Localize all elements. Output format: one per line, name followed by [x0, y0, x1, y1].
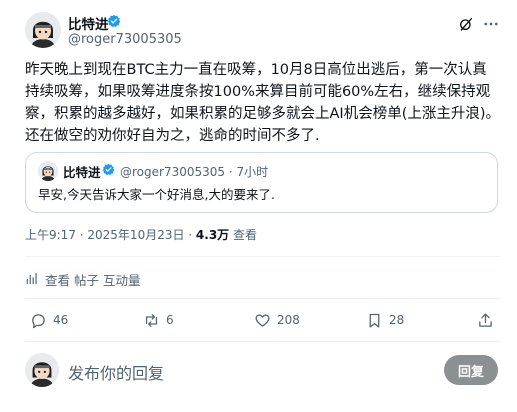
post-text: 昨天晚上到现在BTC主力一直在吸筹，10月8日高位出逃后，第一次认真持续吸筹，如…	[25, 62, 501, 144]
like-count: 208	[277, 313, 300, 327]
reply-button[interactable]: 46	[30, 310, 68, 330]
like-icon	[255, 314, 270, 327]
author-handle[interactable]: @roger73005305	[68, 32, 182, 47]
analytics-icon	[26, 273, 37, 285]
author-avatar[interactable]	[25, 12, 61, 48]
view-analytics-link[interactable]: 查看 帖子 互动量	[25, 270, 140, 288]
grok-icon[interactable]	[458, 16, 474, 32]
post-timestamp[interactable]: 上午9:17 · 2025年10月23日 ·	[25, 228, 196, 242]
bookmark-button[interactable]: 28	[366, 310, 404, 330]
share-icon	[479, 312, 492, 327]
quote-text: 早安,今天告诉大家一个好消息,大的要来了.	[38, 187, 275, 202]
repost-count: 6	[166, 313, 174, 327]
more-icon[interactable]	[482, 15, 500, 33]
divider	[25, 298, 500, 299]
author-name[interactable]: 比特进	[68, 13, 109, 33]
views-count: 4.3万	[195, 228, 230, 242]
quote-author-avatar	[38, 161, 58, 181]
bookmark-count: 28	[389, 313, 405, 327]
bookmark-icon	[369, 313, 380, 328]
reply-icon	[32, 313, 45, 328]
verified-badge-icon	[107, 14, 121, 27]
divider	[25, 256, 500, 257]
divider	[25, 341, 500, 342]
views-label: 查看	[229, 228, 258, 242]
repost-icon	[145, 313, 158, 327]
share-button[interactable]	[477, 310, 500, 330]
like-button[interactable]: 208	[254, 310, 300, 330]
current-user-avatar	[25, 353, 59, 387]
post-meta: 上午9:17 · 2025年10月23日 · 4.3万 查看	[25, 226, 257, 243]
quoted-post[interactable]: 比特进 @roger73005305 · 7小时 早安,今天告诉大家一个好消息,…	[25, 152, 498, 213]
quote-verified-badge-icon	[102, 163, 115, 176]
reply-input[interactable]: 发布你的回复	[68, 360, 164, 384]
repost-button[interactable]: 6	[143, 310, 174, 330]
reply-count: 46	[53, 313, 69, 327]
quote-author-name: 比特进	[63, 165, 101, 180]
quote-handle-time: @roger73005305 · 7小时	[120, 165, 269, 179]
analytics-label: 查看 帖子 互动量	[45, 272, 141, 288]
submit-reply-button[interactable]: 回复	[444, 355, 498, 385]
